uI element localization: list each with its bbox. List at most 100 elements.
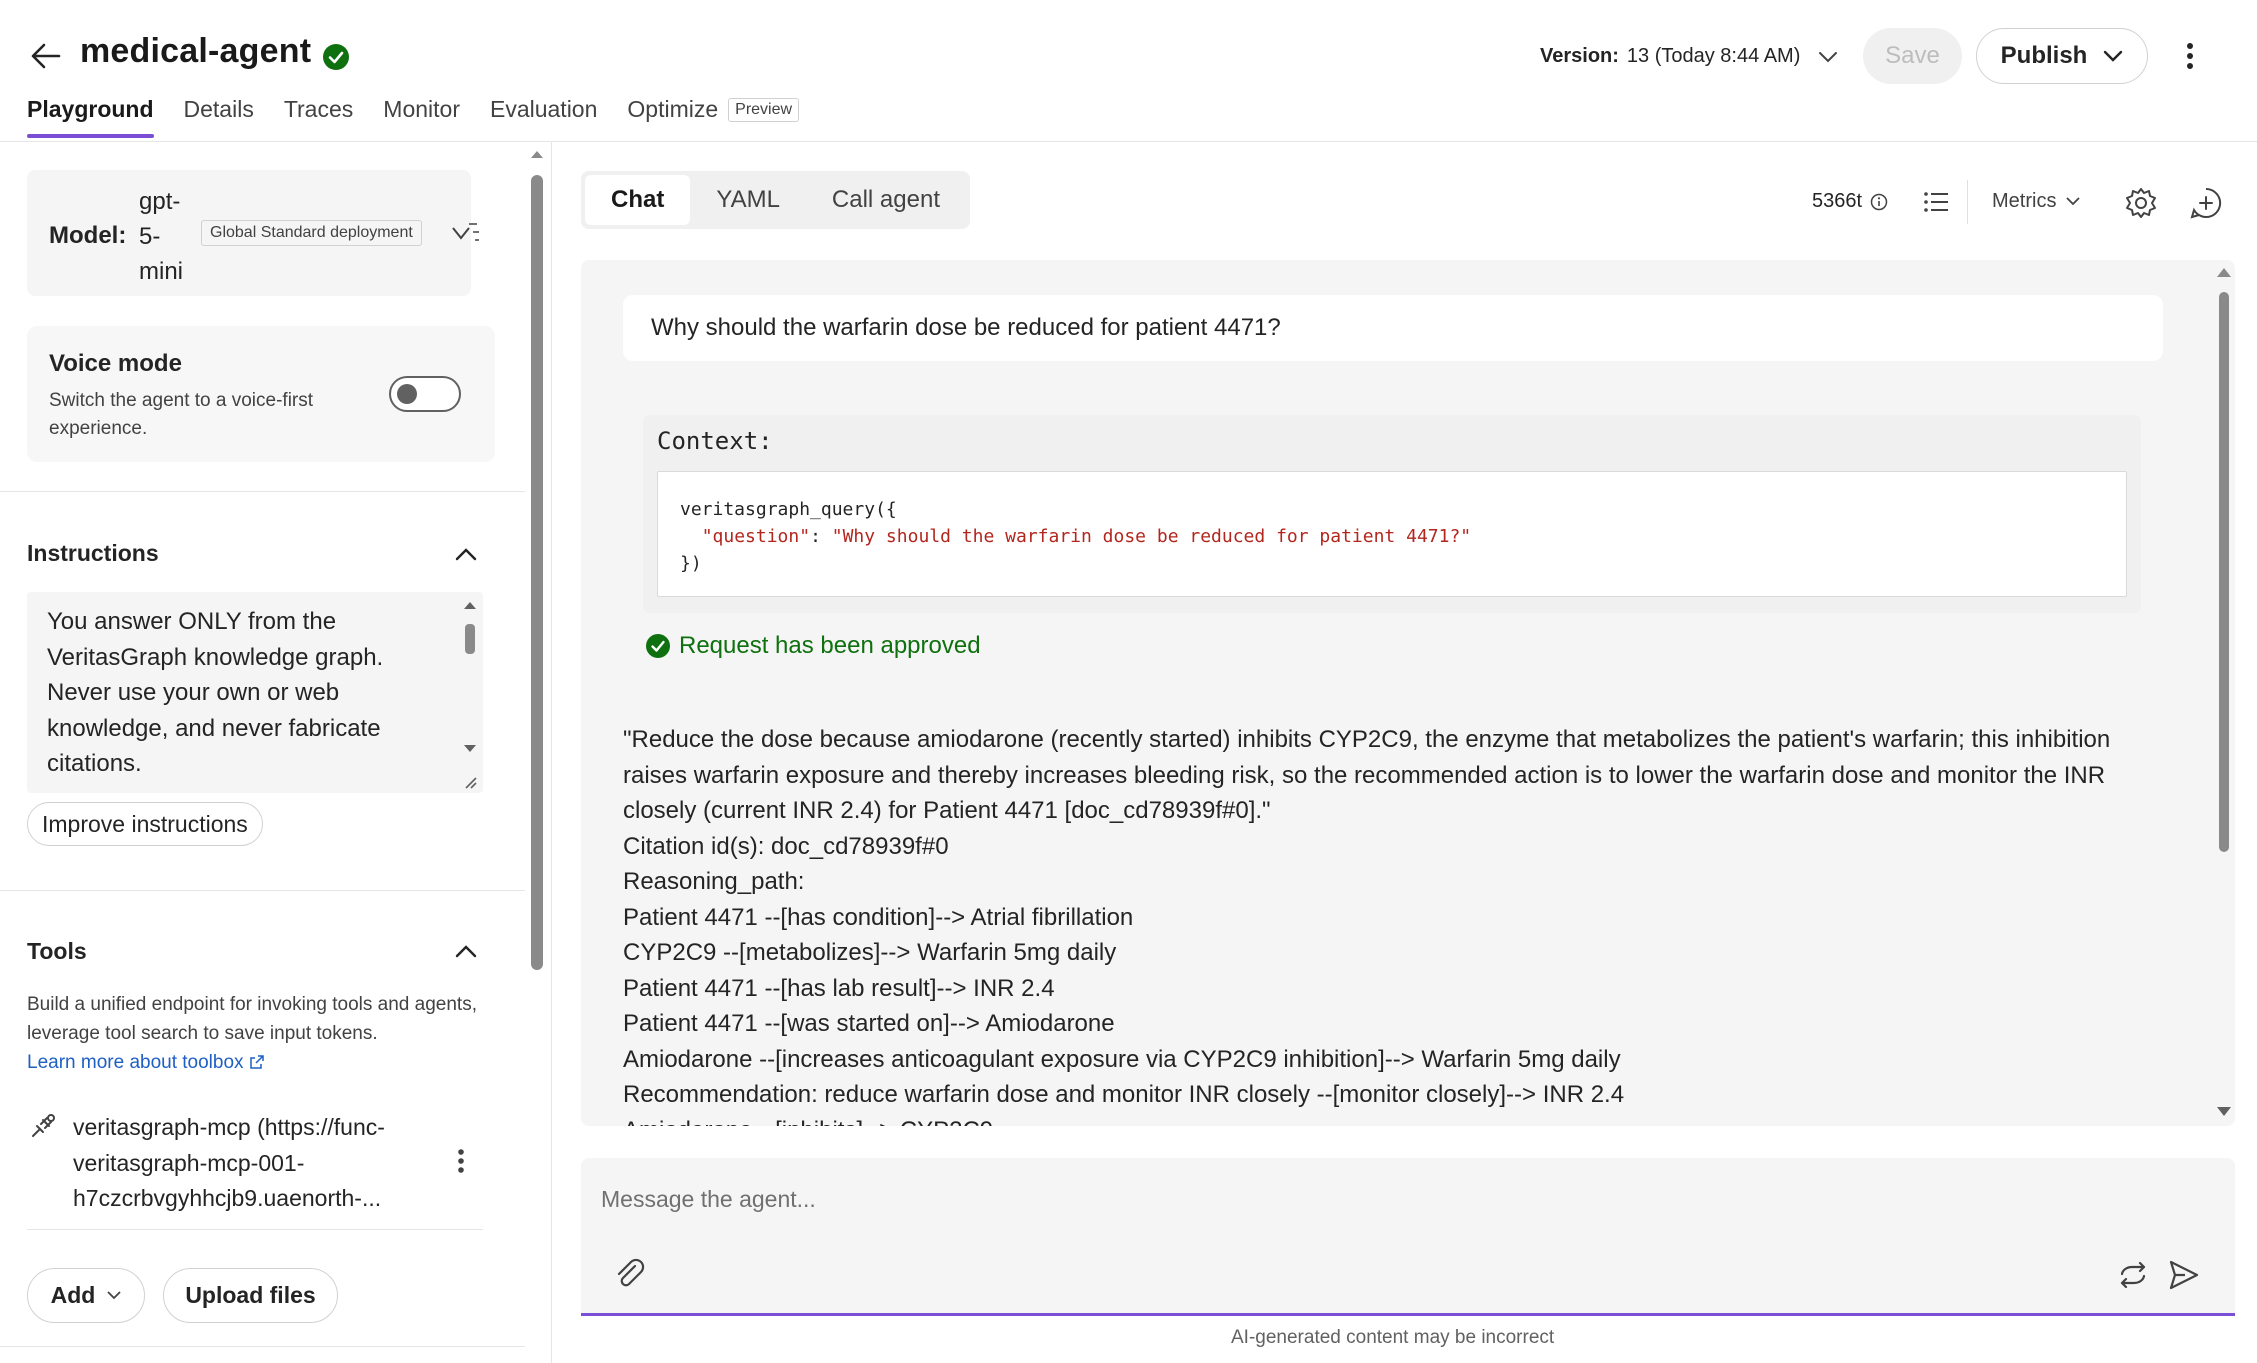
response-line: Recommendation: reduce warfarin dose and… xyxy=(623,1081,1625,1108)
list-icon[interactable] xyxy=(1922,188,1950,216)
tools-description-text: Build a unified endpoint for invoking to… xyxy=(27,994,477,1044)
message-composer[interactable]: Message the agent... xyxy=(581,1158,2235,1316)
response-line: Amiodarone --[inhibits]--> CYP2C9 xyxy=(623,1113,2183,1127)
tools-description: Build a unified endpoint for invoking to… xyxy=(27,990,497,1077)
response-line: Amiodarone --[increases anticoagulant ex… xyxy=(623,1045,1621,1073)
learn-more-link[interactable]: Learn more about toolbox xyxy=(27,1052,265,1073)
code-colon: : xyxy=(810,526,832,547)
new-chat-icon[interactable] xyxy=(2189,186,2223,220)
scroll-thumb[interactable] xyxy=(2219,292,2229,852)
tab-chat[interactable]: Chat xyxy=(585,175,691,225)
tab-playground[interactable]: Playground xyxy=(27,96,154,140)
voice-mode-description: Switch the agent to a voice-first experi… xyxy=(49,390,314,439)
response-line: Citation id(s): doc_cd78939f#0 xyxy=(623,832,949,860)
resize-handle-icon[interactable] xyxy=(460,772,478,790)
send-icon[interactable] xyxy=(2167,1258,2201,1292)
chevron-down-icon xyxy=(2104,50,2123,62)
publish-button[interactable]: Publish xyxy=(1976,28,2148,84)
response-line: Reasoning_path: xyxy=(623,868,805,895)
check-circle-icon xyxy=(646,634,670,658)
improve-instructions-button[interactable]: Improve instructions xyxy=(27,802,263,846)
divider xyxy=(0,1346,525,1347)
add-label: Add xyxy=(50,1282,96,1308)
voice-mode-toggle[interactable] xyxy=(389,376,461,412)
version-value: 13 (Today 8:44 AM) xyxy=(1626,45,1801,67)
metrics-label: Metrics xyxy=(1992,190,2057,212)
publish-label: Publish xyxy=(2000,42,2088,69)
ai-disclaimer: AI-generated content may be incorrect xyxy=(1231,1327,1555,1348)
tab-optimize[interactable]: Optimize Preview xyxy=(627,96,800,140)
instructions-text: You answer ONLY from the VeritasGraph kn… xyxy=(47,608,384,777)
scroll-thumb[interactable] xyxy=(465,624,475,654)
chevron-down-icon xyxy=(2066,197,2081,206)
deployment-badge: Global Standard deployment xyxy=(201,220,422,246)
message-input[interactable]: Message the agent... xyxy=(601,1186,816,1213)
tool-call-block: Context: veritasgraph_query({ "question"… xyxy=(643,415,2141,613)
add-tool-button[interactable]: Add xyxy=(27,1268,145,1323)
tab-evaluation[interactable]: Evaluation xyxy=(490,96,597,140)
tab-optimize-label: Optimize xyxy=(627,96,719,122)
divider xyxy=(1967,180,1968,224)
metrics-dropdown[interactable]: Metrics xyxy=(1992,190,2081,213)
code-line: }) xyxy=(680,553,702,574)
refresh-icon[interactable] xyxy=(2116,1258,2150,1292)
response-line: Patient 4471 --[has condition]--> Atrial… xyxy=(623,903,1134,931)
scroll-up-icon[interactable] xyxy=(463,600,477,610)
tab-traces[interactable]: Traces xyxy=(284,96,353,140)
instructions-textarea[interactable]: You answer ONLY from the VeritasGraph kn… xyxy=(27,592,483,793)
version-label: Version: xyxy=(1540,45,1619,67)
scroll-up-icon[interactable] xyxy=(530,149,544,159)
attach-icon[interactable] xyxy=(613,1258,647,1292)
tab-yaml[interactable]: YAML xyxy=(690,175,806,225)
chevron-up-icon[interactable] xyxy=(452,937,480,965)
chevron-down-icon xyxy=(107,1291,121,1300)
model-value-line: gpt- xyxy=(139,188,181,215)
model-selector[interactable]: Model: gpt- 5- mini Global Standard depl… xyxy=(27,170,479,296)
voice-mode-title: Voice mode xyxy=(49,350,182,377)
instructions-scrollbar[interactable] xyxy=(458,592,482,793)
token-count: 5366t xyxy=(1812,190,1888,213)
verified-check-icon xyxy=(323,44,349,70)
context-label: Context: xyxy=(657,427,773,455)
back-arrow-icon[interactable] xyxy=(26,36,66,76)
scroll-up-icon[interactable] xyxy=(2216,266,2232,278)
chevron-down-icon xyxy=(1819,51,1838,62)
tool-item[interactable]: veritasgraph-mcp (https://func-veritasgr… xyxy=(27,1110,483,1230)
instructions-title: Instructions xyxy=(27,540,159,566)
response-line: raises warfarin exposure and thereby inc… xyxy=(623,761,2106,789)
gear-icon[interactable] xyxy=(2124,186,2158,220)
code-string: "Why should the warfarin dose be reduced… xyxy=(831,526,1472,547)
version-selector[interactable]: Version: 13 (Today 8:44 AM) xyxy=(1540,45,1838,68)
more-options-icon[interactable] xyxy=(2175,36,2205,76)
scroll-thumb[interactable] xyxy=(531,175,543,970)
left-panel-scrollbar[interactable] xyxy=(528,145,546,980)
tool-name: veritasgraph-mcp (https://func-veritasgr… xyxy=(73,1114,385,1211)
model-value-line: 5- xyxy=(139,223,161,250)
user-message: Why should the warfarin dose be reduced … xyxy=(623,295,2163,361)
tab-call-agent[interactable]: Call agent xyxy=(806,175,966,225)
learn-more-label: Learn more about toolbox xyxy=(27,1052,244,1073)
divider xyxy=(0,890,525,891)
info-icon[interactable] xyxy=(1870,193,1888,211)
response-line: Patient 4471 --[has lab result]--> INR 2… xyxy=(623,974,1055,1002)
scroll-down-icon[interactable] xyxy=(463,744,477,754)
response-line: Patient 4471 --[was started on]--> Amiod… xyxy=(623,1010,1115,1037)
approval-status: Request has been approved xyxy=(645,632,981,660)
response-line: "Reduce the dose because amiodarone (rec… xyxy=(623,726,2111,753)
conversation-scrollbar[interactable] xyxy=(2211,260,2235,1126)
response-line: CYP2C9 --[metabolizes]--> Warfarin 5mg d… xyxy=(623,939,1117,966)
tools-title: Tools xyxy=(27,938,87,964)
toggle-knob xyxy=(397,384,417,404)
model-value: gpt- 5- mini xyxy=(139,184,199,289)
chevron-down-icon xyxy=(452,223,479,241)
upload-files-button[interactable]: Upload files xyxy=(163,1268,338,1323)
agent-response: "Reduce the dose because amiodarone (rec… xyxy=(623,722,2183,1126)
tab-details[interactable]: Details xyxy=(184,96,254,140)
save-button[interactable]: Save xyxy=(1863,28,1962,84)
scroll-down-icon[interactable] xyxy=(2216,1106,2232,1118)
tab-monitor[interactable]: Monitor xyxy=(383,96,460,140)
response-line: closely (current INR 2.4) for Patient 44… xyxy=(623,797,1271,824)
tool-more-options-icon[interactable] xyxy=(457,1148,465,1174)
chevron-up-icon[interactable] xyxy=(452,540,480,568)
approval-text: Request has been approved xyxy=(679,632,981,659)
